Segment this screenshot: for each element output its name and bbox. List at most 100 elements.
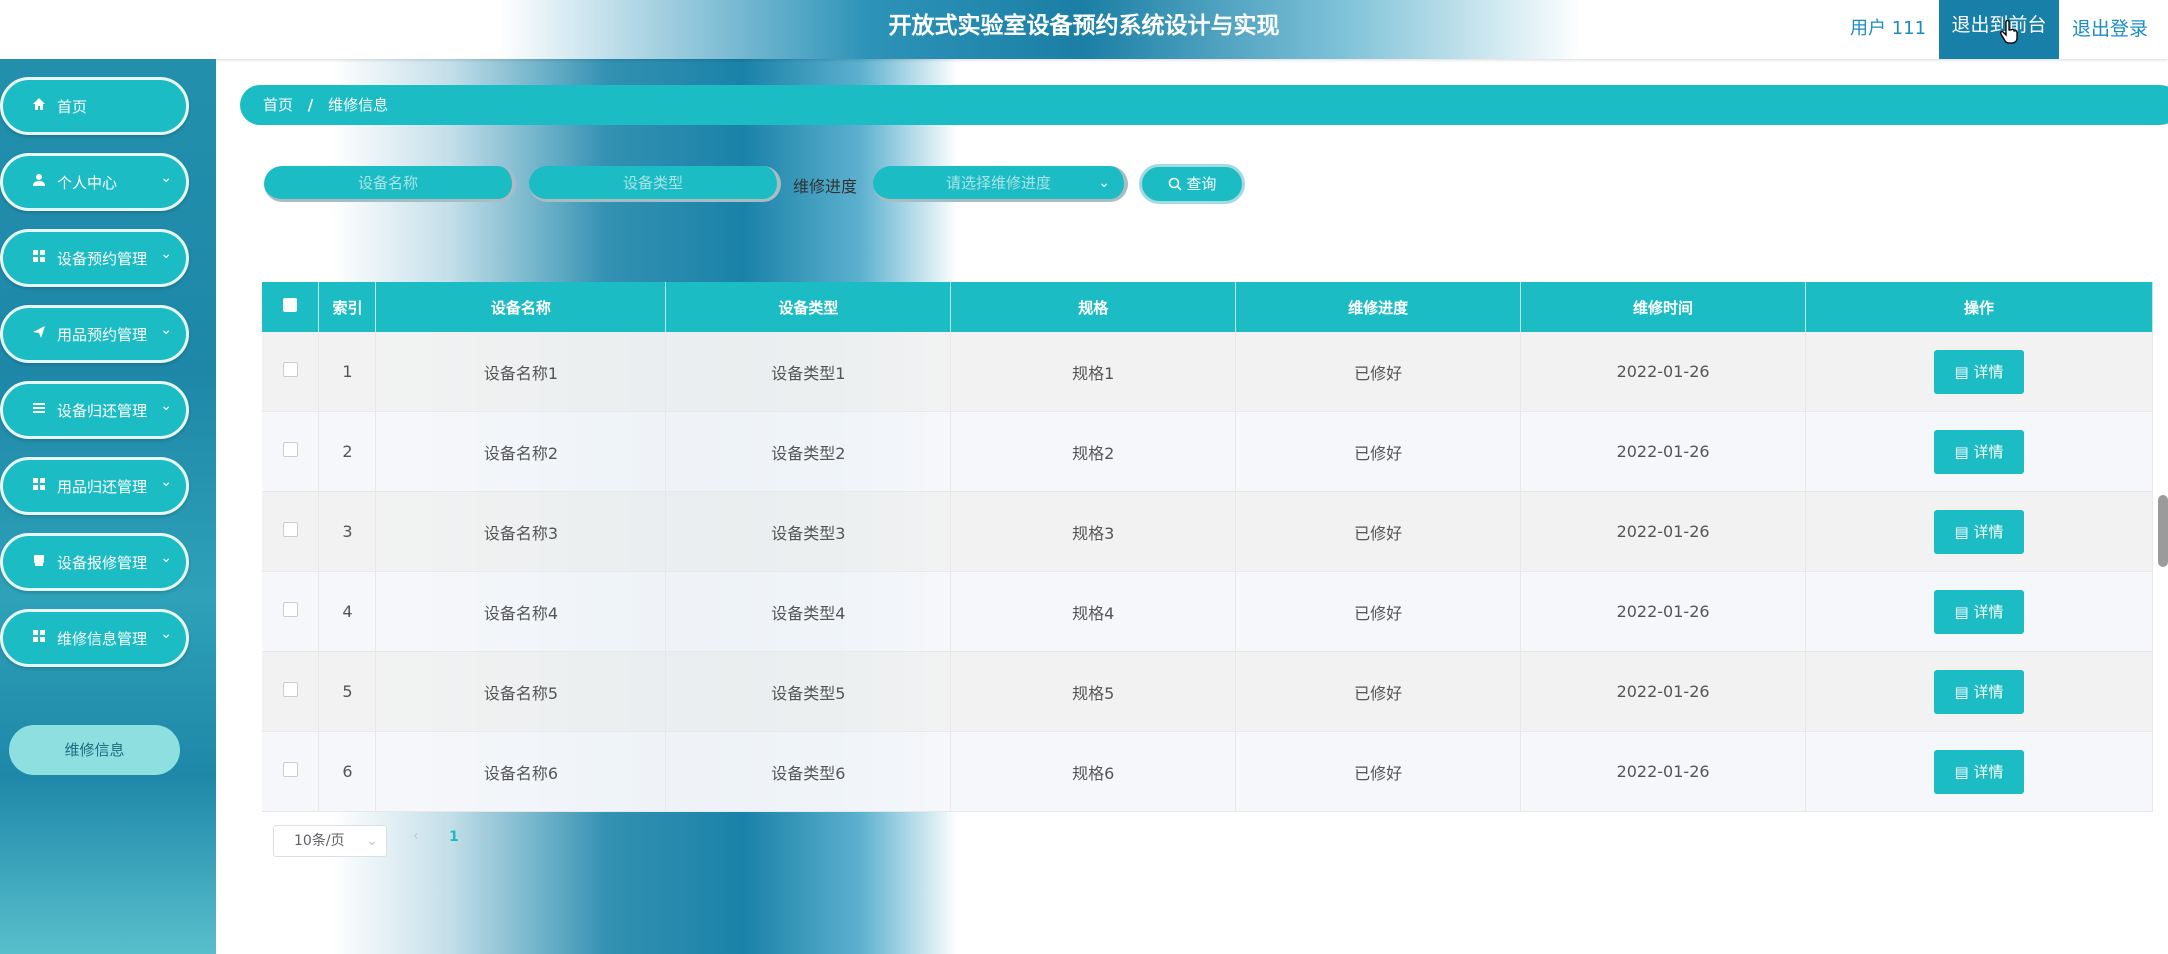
chevron-down-icon: ⌄: [160, 322, 172, 338]
printer-icon: [31, 553, 47, 569]
row-checkbox[interactable]: [262, 571, 320, 652]
cell-name: 设备名称1: [375, 332, 667, 412]
device-type-input[interactable]: 设备类型: [529, 166, 781, 202]
cell-index: 2: [318, 411, 377, 492]
mouse-cursor-icon: [2000, 19, 2018, 50]
cell-spec: 规格4: [950, 571, 1237, 652]
detail-button[interactable]: ▤ 详情: [1934, 749, 2024, 794]
column-header: 维修时间: [1520, 282, 1807, 332]
chevron-down-icon: ⌄: [1098, 175, 1110, 191]
sidebar-item-label: 首页: [57, 98, 88, 116]
select-all-checkbox[interactable]: [262, 282, 320, 332]
detail-button[interactable]: ▤ 详情: [1934, 429, 2024, 474]
sidebar-item-label: 用品归还管理: [57, 478, 148, 496]
sidebar-subitem-repair-info[interactable]: 维修信息: [9, 725, 180, 775]
chevron-down-icon: ⌄: [160, 398, 172, 414]
row-checkbox[interactable]: [262, 411, 320, 492]
cell-name: 设备名称2: [375, 411, 667, 492]
document-icon: ▤: [1954, 682, 1969, 701]
cell-time: 2022-01-26: [1520, 411, 1807, 492]
column-header: 维修进度: [1235, 282, 1522, 332]
sidebar-item-repair-info[interactable]: 维修信息管理 ⌄: [0, 609, 189, 667]
document-icon: ▤: [1954, 522, 1969, 541]
row-checkbox[interactable]: [262, 332, 320, 412]
cell-name: 设备名称4: [375, 571, 667, 652]
column-header: 设备类型: [665, 282, 952, 332]
sidebar-item-supply-booking[interactable]: 用品预约管理 ⌄: [0, 305, 189, 363]
sidebar-item-label: 维修信息管理: [57, 630, 148, 648]
cell-type: 设备类型1: [665, 332, 952, 412]
cell-progress: 已修好: [1235, 731, 1522, 812]
sidebar-item-home[interactable]: 首页: [0, 77, 189, 135]
cell-time: 2022-01-26: [1520, 491, 1807, 572]
sidebar: 首页 个人中心 ⌄ 设备预约管理 ⌄ 用品预约管理 ⌄ 设备归还管理 ⌄ 用品归…: [0, 59, 216, 954]
repair-info-table: 索引 设备名称 设备类型 规格 维修进度 维修时间 操作 1 设备名称1 设备类…: [262, 282, 2153, 812]
cell-time: 2022-01-26: [1520, 332, 1807, 412]
table-row: 2 设备名称2 设备类型2 规格2 已修好 2022-01-26 ▤ 详情: [262, 411, 2153, 492]
progress-select-value: 请选择维修进度: [945, 174, 1051, 192]
cell-type: 设备类型6: [665, 731, 952, 812]
breadcrumb: 首页 / 维修信息: [240, 85, 2168, 125]
query-button-label: 查询: [1186, 175, 1217, 193]
cell-spec: 规格2: [950, 411, 1237, 492]
cell-spec: 规格3: [950, 491, 1237, 572]
detail-button[interactable]: ▤ 详情: [1934, 589, 2024, 634]
column-header: 操作: [1805, 282, 2153, 332]
cell-name: 设备名称5: [375, 651, 667, 732]
sidebar-item-personal-center[interactable]: 个人中心 ⌄: [0, 153, 189, 211]
cell-spec: 规格1: [950, 332, 1237, 412]
row-checkbox[interactable]: [262, 491, 320, 572]
row-checkbox[interactable]: [262, 731, 320, 812]
row-checkbox[interactable]: [262, 651, 320, 732]
table-row: 3 设备名称3 设备类型3 规格3 已修好 2022-01-26 ▤ 详情: [262, 491, 2153, 572]
detail-button[interactable]: ▤ 详情: [1934, 669, 2024, 714]
cell-progress: 已修好: [1235, 571, 1522, 652]
cell-index: 3: [318, 491, 377, 572]
document-icon: ▤: [1954, 602, 1969, 621]
cell-progress: 已修好: [1235, 651, 1522, 732]
cell-name: 设备名称3: [375, 491, 667, 572]
cell-type: 设备类型3: [665, 491, 952, 572]
cell-time: 2022-01-26: [1520, 571, 1807, 652]
breadcrumb-separator: /: [307, 96, 314, 114]
cell-index: 4: [318, 571, 377, 652]
page-number[interactable]: 1: [449, 829, 459, 845]
cell-index: 1: [318, 332, 377, 412]
cell-time: 2022-01-26: [1520, 731, 1807, 812]
sidebar-item-label: 个人中心: [57, 174, 118, 192]
progress-select[interactable]: 请选择维修进度 ⌄: [873, 166, 1128, 202]
cell-type: 设备类型2: [665, 411, 952, 492]
table-row: 4 设备名称4 设备类型4 规格4 已修好 2022-01-26 ▤ 详情: [262, 571, 2153, 652]
cell-name: 设备名称6: [375, 731, 667, 812]
cell-progress: 已修好: [1235, 411, 1522, 492]
page-title: 开放式实验室设备预约系统设计与实现: [888, 13, 1280, 39]
home-icon: [31, 97, 47, 113]
query-button[interactable]: 查询: [1139, 164, 1245, 204]
cell-spec: 规格6: [950, 731, 1237, 812]
detail-button[interactable]: ▤ 详情: [1934, 509, 2024, 554]
table-header-row: 索引 设备名称 设备类型 规格 维修进度 维修时间 操作: [262, 282, 2153, 332]
device-name-input[interactable]: 设备名称: [264, 166, 516, 202]
logout-button[interactable]: 退出登录: [2072, 14, 2148, 41]
list-icon: [31, 401, 47, 417]
sidebar-item-device-booking[interactable]: 设备预约管理 ⌄: [0, 229, 189, 287]
next-page-button[interactable]: ›: [481, 828, 487, 844]
exit-to-frontend-button[interactable]: 退出到前台: [1939, 0, 2059, 59]
sidebar-item-device-return[interactable]: 设备归还管理 ⌄: [0, 381, 189, 439]
table-row: 6 设备名称6 设备类型6 规格6 已修好 2022-01-26 ▤ 详情: [262, 731, 2153, 812]
sidebar-item-label: 设备归还管理: [57, 402, 148, 420]
top-header: 开放式实验室设备预约系统设计与实现 用户 111 退出到前台 退出登录: [0, 0, 2168, 59]
breadcrumb-home[interactable]: 首页: [263, 85, 293, 125]
detail-button[interactable]: ▤ 详情: [1934, 349, 2024, 394]
cell-spec: 规格5: [950, 651, 1237, 732]
user-name: 用户 111: [1850, 18, 1927, 39]
document-icon: ▤: [1954, 442, 1969, 461]
table-row: 1 设备名称1 设备类型1 规格1 已修好 2022-01-26 ▤ 详情: [262, 332, 2153, 412]
chevron-down-icon: ⌄: [366, 833, 378, 849]
prev-page-button[interactable]: ‹: [413, 828, 419, 844]
scrollbar[interactable]: [2158, 495, 2168, 567]
sidebar-item-supply-return[interactable]: 用品归还管理 ⌄: [0, 457, 189, 515]
sidebar-item-device-repair[interactable]: 设备报修管理 ⌄: [0, 533, 189, 591]
page-size-select[interactable]: 10条/页 ⌄: [273, 825, 387, 857]
cell-index: 6: [318, 731, 377, 812]
